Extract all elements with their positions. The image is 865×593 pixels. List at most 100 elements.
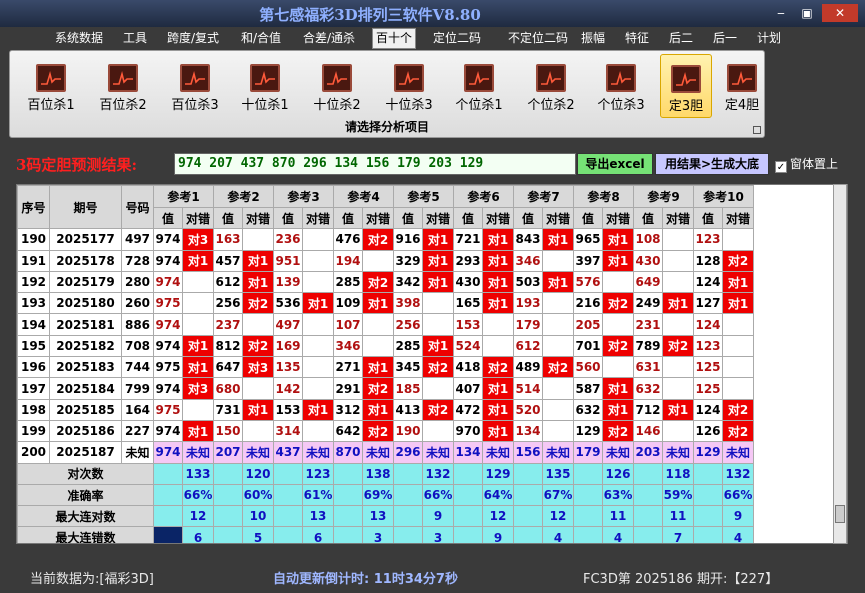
hit-flag [422, 377, 454, 400]
table-row[interactable]: 191 2025178 728 974 对1 457 对1 951 194 329 对1 293 对1 3… [17, 249, 754, 272]
hit-flag: 对2 [362, 419, 394, 443]
table-row[interactable]: 193 2025180 260 975 256 对2 536 对1 109 对1 398 165 对1 1… [17, 292, 754, 315]
ref-value: 489 [513, 356, 543, 379]
hit-flag: 对1 [182, 356, 214, 379]
ribbon-button-10[interactable]: 定4胆 [716, 54, 768, 118]
update-countdown: 自动更新倒计时: 11时34分7秒 [273, 572, 458, 587]
hit-flag: 对1 [722, 270, 754, 294]
hit-flag: 对2 [422, 356, 454, 379]
close-button[interactable]: ✕ [822, 4, 858, 22]
table-row[interactable]: 195 2025182 708 974 对1 812 对2 169 346 285 对1 524 612… [17, 334, 754, 358]
table-row[interactable]: 199 2025186 227 974 对1 150 314 642 对2 190 970 对1 134… [17, 419, 754, 443]
hit-flag: 对1 [542, 270, 574, 294]
table-row[interactable]: 198 2025185 164 975 731 对1 153 对1 312 对1 413 对2 472 对… [17, 398, 754, 421]
ref-value: 329 [393, 249, 423, 272]
ribbon-button-label: 百位杀1 [27, 98, 75, 113]
ref-value: 612 [213, 270, 243, 294]
menu-item-5[interactable]: 百十个 [372, 28, 417, 49]
generate-base-button[interactable]: 用结果>生成大底 [655, 153, 769, 175]
stats-value: 129 [482, 462, 514, 485]
stats-spacer [153, 526, 183, 543]
menu-item-12[interactable]: 计划 [754, 30, 784, 48]
menu-item-3[interactable]: 和/合值 [238, 30, 284, 48]
ribbon-button-label: 十位杀2 [313, 98, 361, 113]
ribbon-button-1[interactable]: 百位杀2 [90, 54, 156, 118]
menu-item-0[interactable]: 系统数据 [52, 30, 106, 48]
ribbon-button-7[interactable]: 个位杀2 [518, 54, 584, 118]
ribbon-button-5[interactable]: 十位杀3 [376, 54, 442, 118]
prediction-label: 3码定胆预测结果: [16, 156, 137, 174]
hit-flag [362, 313, 394, 336]
row-period: 2025178 [49, 249, 122, 272]
ref-value: 346 [513, 249, 543, 272]
pending-flag: 未知 [302, 441, 334, 464]
row-period: 2025187 [49, 441, 122, 464]
pending-flag: 未知 [602, 441, 634, 464]
menu-item-9[interactable]: 特征 [622, 30, 652, 48]
prediction-result-field[interactable]: 974 207 437 870 296 134 156 179 203 129 [174, 153, 576, 175]
ribbon-button-0[interactable]: 百位杀1 [18, 54, 84, 118]
stats-spacer [213, 483, 243, 507]
hit-flag [302, 334, 334, 358]
hit-flag [542, 334, 574, 358]
vertical-scrollbar[interactable] [833, 184, 847, 544]
stats-value: 11 [602, 505, 634, 528]
pending-flag: 未知 [482, 441, 514, 464]
row-number: 497 [121, 228, 154, 251]
stats-row: 对次数 133 120 123 138 132 129 135 126 118 132 [17, 462, 754, 485]
ref-value: 631 [633, 356, 663, 379]
menu-item-1[interactable]: 工具 [120, 30, 150, 48]
ref-group-header: 参考1 [153, 185, 214, 208]
chart-line-icon [464, 64, 494, 92]
ref-value: 974 [153, 377, 183, 400]
hit-flag: 对1 [482, 249, 514, 272]
menu-item-4[interactable]: 合差/通杀 [300, 30, 358, 48]
ref-value: 129 [573, 419, 603, 443]
on-top-checkbox[interactable]: ✓ 窗体置上 [775, 155, 838, 173]
ref-value: 576 [573, 270, 603, 294]
stats-value: 13 [362, 505, 394, 528]
data-grid[interactable]: 序号 期号 号码 参考1 参考2 参考3 参考4 参考5 参考6 参考7 参考8 参考9 参考10 值对错… [16, 184, 848, 544]
menu-item-10[interactable]: 后二 [666, 30, 696, 48]
ribbon-launcher-icon[interactable] [753, 126, 761, 134]
maximize-button[interactable]: ▣ [794, 4, 820, 22]
ribbon-button-9[interactable]: 定3胆 [660, 54, 712, 118]
ribbon-button-8[interactable]: 个位杀3 [588, 54, 654, 118]
checkbox-check-icon[interactable]: ✓ [775, 161, 787, 173]
pending-row[interactable]: 200 2025187 未知 974 未知 207 未知 437 未知 870 未知 296 未知 134… [17, 441, 754, 464]
stats-value: 138 [362, 462, 394, 485]
table-row[interactable]: 194 2025181 886 974 237 497 107 256 153 179 205 231… [17, 313, 754, 336]
table-row[interactable]: 192 2025179 280 974 612 对1 139 285 对2 342 对1 430 对1 5… [17, 270, 754, 294]
hit-flag [182, 270, 214, 294]
flag-column-header: 对错 [182, 206, 214, 230]
ref-value: 107 [333, 313, 363, 336]
export-excel-button[interactable]: 导出excel [577, 153, 653, 175]
ref-value: 285 [393, 334, 423, 358]
hit-flag [302, 356, 334, 379]
minimize-button[interactable]: ‒ [768, 4, 794, 22]
ribbon-button-3[interactable]: 十位杀1 [232, 54, 298, 118]
row-period: 2025184 [49, 377, 122, 400]
hit-flag [422, 419, 454, 443]
row-number: 164 [121, 398, 154, 421]
table-row[interactable]: 196 2025183 744 975 对1 647 对3 135 271 对1 345 对2 418 对… [17, 356, 754, 379]
scrollbar-thumb[interactable] [835, 505, 845, 523]
table-row[interactable]: 190 2025177 497 974 对3 163 236 476 对2 916 对1 721 对1 8… [17, 228, 754, 251]
menu-item-2[interactable]: 跨度/复式 [164, 30, 222, 48]
hit-flag [242, 228, 274, 251]
menu-item-7[interactable]: 不定位二码 [505, 30, 571, 48]
ribbon-button-2[interactable]: 百位杀3 [162, 54, 228, 118]
hit-flag [662, 313, 694, 336]
pending-flag: 未知 [542, 441, 574, 464]
ref-group-header: 参考8 [573, 185, 634, 208]
menu-item-6[interactable]: 定位二码 [430, 30, 484, 48]
hit-flag: 对1 [482, 398, 514, 421]
hit-flag: 对2 [362, 270, 394, 294]
ribbon-button-4[interactable]: 十位杀2 [304, 54, 370, 118]
table-row[interactable]: 197 2025184 799 974 对3 680 142 291 对2 185 407 对1 514… [17, 377, 754, 400]
ref-value: 342 [393, 270, 423, 294]
ribbon-button-6[interactable]: 个位杀1 [446, 54, 512, 118]
hit-flag: 对2 [422, 398, 454, 421]
menu-item-11[interactable]: 后一 [710, 30, 740, 48]
menu-item-8[interactable]: 振幅 [578, 30, 608, 48]
